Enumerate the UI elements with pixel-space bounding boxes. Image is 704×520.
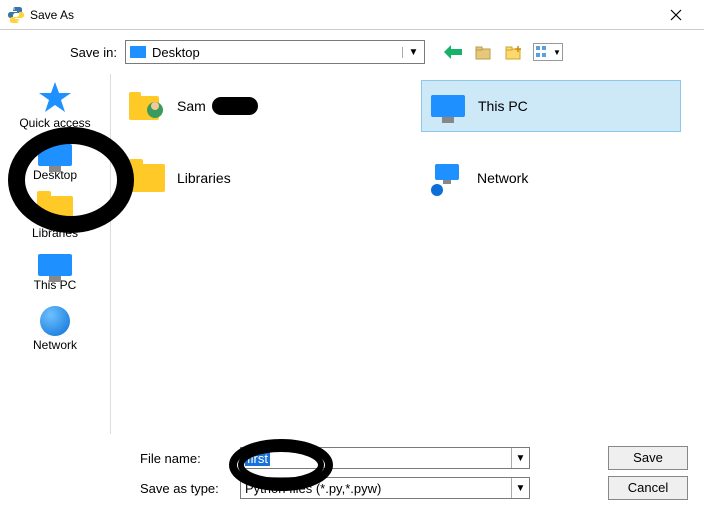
- monitor-icon: [38, 144, 72, 166]
- python-app-icon: [8, 7, 24, 23]
- file-name-value: first: [245, 451, 270, 466]
- chevron-down-icon[interactable]: ▼: [511, 478, 529, 498]
- save-in-row: Save in: Desktop ▼ ▼: [0, 30, 704, 74]
- list-item[interactable]: Sam: [121, 80, 381, 132]
- save-type-label: Save as type:: [140, 481, 240, 496]
- list-item[interactable]: This PC: [421, 80, 681, 132]
- file-name-input[interactable]: first ▼: [240, 447, 530, 469]
- save-type-value: Python files (*.py,*.pyw): [245, 481, 381, 496]
- chevron-down-icon: ▼: [402, 47, 420, 58]
- new-folder-icon[interactable]: [503, 43, 523, 61]
- star-icon: [38, 80, 72, 114]
- sidebar-item-desktop[interactable]: Desktop: [10, 144, 100, 182]
- globe-icon: [40, 306, 70, 336]
- this-pc-icon: [428, 86, 468, 126]
- sidebar-item-quick-access[interactable]: Quick access: [10, 80, 100, 130]
- desktop-mini-icon: [130, 46, 146, 58]
- window-title: Save As: [30, 8, 656, 22]
- save-button[interactable]: Save: [608, 446, 688, 470]
- title-bar: Save As: [0, 0, 704, 30]
- close-button[interactable]: [656, 1, 696, 29]
- save-in-label: Save in:: [70, 45, 117, 60]
- chevron-down-icon[interactable]: ▼: [511, 448, 529, 468]
- list-item-label: Network: [477, 170, 528, 186]
- file-name-label: File name:: [140, 451, 240, 466]
- view-menu-icon[interactable]: ▼: [533, 43, 563, 61]
- file-listing[interactable]: Sam This PC Libraries Network: [110, 74, 704, 434]
- list-item[interactable]: Libraries: [121, 152, 381, 204]
- sidebar-item-label: Quick access: [19, 116, 90, 130]
- toolbar: ▼: [443, 43, 563, 61]
- libraries-folder-icon: [127, 158, 167, 198]
- places-sidebar: Quick access Desktop Libraries This PC N…: [0, 74, 110, 434]
- save-type-dropdown[interactable]: Python files (*.py,*.pyw) ▼: [240, 477, 530, 499]
- network-icon: [427, 158, 467, 198]
- sidebar-item-network[interactable]: Network: [10, 306, 100, 352]
- list-item-label: Sam: [177, 98, 206, 114]
- sidebar-item-label: Network: [33, 338, 77, 352]
- sidebar-item-label: Libraries: [32, 226, 78, 240]
- save-in-value: Desktop: [152, 45, 402, 60]
- redaction-mark: [212, 97, 258, 115]
- bottom-panel: File name: first ▼ Save Save as type: Py…: [0, 434, 704, 512]
- sidebar-item-this-pc[interactable]: This PC: [10, 254, 100, 292]
- list-item[interactable]: Network: [421, 152, 681, 204]
- up-folder-icon[interactable]: [473, 43, 493, 61]
- save-in-dropdown[interactable]: Desktop ▼: [125, 40, 425, 64]
- sidebar-item-libraries[interactable]: Libraries: [10, 196, 100, 240]
- folder-icon: [37, 196, 73, 224]
- back-icon[interactable]: [443, 43, 463, 61]
- user-folder-icon: [127, 86, 167, 126]
- monitor-icon: [38, 254, 72, 276]
- list-item-label: This PC: [478, 98, 528, 114]
- list-item-label: Libraries: [177, 170, 231, 186]
- cancel-button[interactable]: Cancel: [608, 476, 688, 500]
